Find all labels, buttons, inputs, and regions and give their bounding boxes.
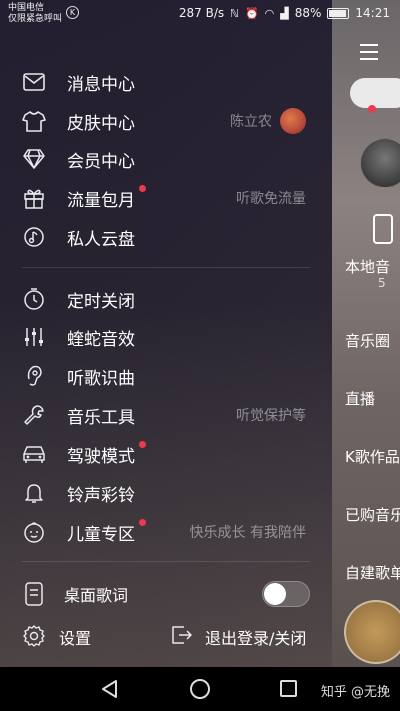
- now-playing-disc[interactable]: [344, 600, 400, 664]
- menu-item-sound-effects[interactable]: 蝰蛇音效: [0, 318, 332, 356]
- menu-label: 会员中心: [67, 151, 135, 172]
- logout-icon[interactable]: [170, 624, 192, 646]
- k-works-label[interactable]: K歌作品: [345, 446, 400, 467]
- clock: 14:21: [355, 6, 390, 20]
- menu-label-text: 流量包月: [67, 190, 135, 211]
- menu-label: 儿童专区: [67, 518, 146, 545]
- nfc-icon: ℕ: [230, 6, 239, 20]
- system-nav-bar: 知乎 @无挽: [0, 667, 400, 711]
- menu-label: 音乐工具: [67, 407, 135, 428]
- status-bar: 中国电信 仅限紧急呼叫 K 287 B/s ℕ ⏰ ◠ ▟ 88% 14:21: [0, 0, 400, 28]
- gift-icon: [22, 186, 46, 210]
- menu-label: 定时关闭: [67, 291, 135, 312]
- car-icon: [22, 442, 46, 466]
- network-speed: 287 B/s: [178, 6, 225, 20]
- signal-icon: ▟: [280, 6, 289, 20]
- skin-avatar: [280, 108, 306, 134]
- menu-label-text: 儿童专区: [67, 524, 135, 545]
- drawer-footer: 设置 退出登录/关闭: [0, 620, 332, 652]
- live-label[interactable]: 直播: [345, 388, 375, 409]
- diamond-icon: [22, 147, 46, 171]
- skin-notification-dot: [368, 105, 376, 113]
- menu-subtitle: 快乐成长 有我陪伴: [189, 525, 306, 541]
- music-circle-label[interactable]: 音乐圈: [345, 330, 390, 351]
- carrier-line2: 仅限紧急呼叫: [8, 14, 63, 24]
- menu-label: 驾驶模式: [67, 440, 146, 467]
- logout-button[interactable]: 退出登录/关闭: [205, 625, 306, 649]
- wifi-icon: ◠: [264, 6, 275, 20]
- menu-item-cloud-disk[interactable]: 私人云盘: [0, 218, 332, 256]
- carrier-text: 中国电信 仅限紧急呼叫: [8, 3, 62, 25]
- lyrics-icon: [22, 582, 46, 606]
- menu-item-sleep-timer[interactable]: 定时关闭: [0, 280, 332, 318]
- local-music-label[interactable]: 本地音: [345, 256, 390, 277]
- menu-label: 私人云盘: [67, 229, 135, 250]
- custom-playlist-label[interactable]: 自建歌单: [345, 562, 400, 583]
- menu-label: 流量包月: [67, 184, 146, 211]
- wrench-icon: [22, 403, 46, 427]
- local-music-count: 5: [378, 276, 386, 290]
- red-dot: [139, 518, 146, 526]
- mail-icon: [22, 70, 46, 94]
- menu-icon[interactable]: [360, 44, 378, 65]
- menu-subtitle: 听歌免流量: [236, 191, 306, 207]
- red-dot: [139, 184, 146, 192]
- menu-item-data-plan[interactable]: 流量包月 听歌免流量: [0, 179, 332, 217]
- back-icon[interactable]: [100, 679, 120, 699]
- mic-icon: [22, 364, 46, 388]
- timer-icon: [22, 287, 46, 311]
- divider: [22, 267, 310, 268]
- battery-percent: 88%: [294, 6, 322, 20]
- equalizer-icon: [22, 325, 46, 349]
- menu-item-music-tools[interactable]: 音乐工具 听觉保护等: [0, 396, 332, 434]
- desktop-lyrics-label: 桌面歌词: [64, 586, 129, 605]
- settings-button[interactable]: 设置: [59, 625, 91, 649]
- red-dot: [139, 440, 146, 448]
- bell-icon: [22, 481, 46, 505]
- phone-icon: [373, 214, 393, 244]
- menu-label: 皮肤中心: [67, 113, 135, 134]
- home-icon[interactable]: [190, 679, 210, 699]
- child-icon: [22, 520, 46, 544]
- menu-item-kids-zone[interactable]: 儿童专区 快乐成长 有我陪伴: [0, 513, 332, 551]
- search-pill[interactable]: [350, 78, 400, 108]
- divider: [22, 561, 310, 562]
- menu-label: 蝰蛇音效: [67, 329, 135, 350]
- menu-label: 听歌识曲: [67, 368, 135, 389]
- battery-icon: [327, 7, 350, 19]
- alarm-icon: ⏰: [244, 6, 259, 20]
- menu-item-messages[interactable]: 消息中心: [0, 63, 332, 101]
- desktop-lyrics-toggle[interactable]: [262, 581, 310, 607]
- menu-item-driving-mode[interactable]: 驾驶模式: [0, 435, 332, 473]
- gear-icon[interactable]: [22, 624, 46, 648]
- purchased-label[interactable]: 已购音乐: [345, 504, 400, 525]
- watermark: 知乎 @无挽: [320, 685, 390, 700]
- menu-subtitle: 听觉保护等: [236, 408, 306, 424]
- menu-label-text: 驾驶模式: [67, 446, 135, 467]
- cloud-music-icon: [22, 225, 46, 249]
- menu-item-ringtones[interactable]: 铃声彩铃: [0, 474, 332, 512]
- toggle-knob: [264, 583, 286, 605]
- menu-item-vip[interactable]: 会员中心: [0, 140, 332, 178]
- recent-apps-icon[interactable]: [280, 680, 297, 697]
- menu-item-song-recognition[interactable]: 听歌识曲: [0, 357, 332, 395]
- tshirt-icon: [22, 109, 46, 133]
- carrier-badge-icon: K: [66, 6, 79, 19]
- carrier-line1: 中国电信: [8, 3, 45, 13]
- menu-label: 铃声彩铃: [67, 485, 135, 506]
- menu-item-skins[interactable]: 皮肤中心 陈立农: [0, 102, 332, 140]
- skin-name: 陈立农: [230, 114, 272, 130]
- menu-label: 消息中心: [67, 74, 135, 95]
